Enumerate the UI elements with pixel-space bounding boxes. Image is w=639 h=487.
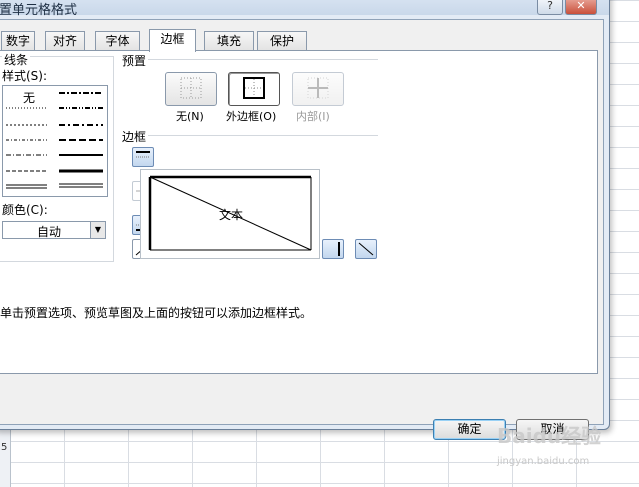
chevron-down-icon[interactable]: ▼ [90, 222, 105, 238]
preset-inside-label: 内部(I) [296, 110, 330, 123]
help-icon[interactable]: ? [537, 0, 563, 15]
line-section-title: 线条 [2, 51, 31, 68]
color-dropdown[interactable]: 自动 ▼ [2, 221, 106, 239]
tab-font[interactable]: 字体 [95, 31, 140, 51]
preset-none-button[interactable] [165, 72, 217, 106]
preset-none-label: 无(N) [176, 110, 204, 123]
outline-border-icon [243, 77, 265, 99]
tab-fill[interactable]: 填充 [204, 31, 254, 51]
preset-outline-button[interactable] [228, 72, 280, 106]
dialog-title: 置单元格格式 [0, 3, 78, 18]
border-top-button[interactable] [132, 147, 154, 167]
format-cells-dialog: 置单元格格式 ? ✕ 数字 对齐 字体 边框 填充 保护 线条 样式(S): 无 [0, 0, 610, 440]
no-border-icon [180, 77, 202, 99]
close-icon[interactable]: ✕ [565, 0, 597, 15]
row-header[interactable]: 5 [0, 430, 11, 487]
tab-protection[interactable]: 保护 [257, 31, 307, 51]
presets-divider [148, 59, 378, 60]
border-tab-panel: 线条 样式(S): 无 颜色(C): 自动 ▼ 预置 无(N) 外边框(O) 内… [0, 50, 598, 374]
hint-text: 单击预置选项、预览草图及上面的按钮可以添加边框样式。 [0, 306, 313, 320]
dialog-client: 数字 对齐 字体 边框 填充 保护 线条 样式(S): 无 颜色(C): 自动 … [0, 19, 604, 440]
diagonal-down-border-icon [358, 242, 374, 256]
line-style-list[interactable]: 无 [2, 85, 108, 197]
line-style-samples[interactable] [3, 86, 107, 196]
border-divider [148, 135, 378, 136]
preset-inside-button[interactable] [292, 72, 344, 106]
color-label: 颜色(C): [2, 203, 48, 217]
watermark: Baidu经验 jingyan.baidu.com [497, 420, 637, 484]
title-bar[interactable]: 置单元格格式 ? ✕ [0, 0, 609, 18]
tab-border[interactable]: 边框 [149, 29, 196, 52]
preset-outline-label: 外边框(O) [226, 110, 277, 123]
style-label: 样式(S): [2, 69, 48, 83]
tab-number[interactable]: 数字 [1, 31, 35, 51]
color-value: 自动 [37, 225, 62, 239]
ok-button[interactable]: 确定 [433, 419, 506, 440]
row-number: 5 [1, 442, 8, 453]
preview-text: 文本 [219, 208, 244, 222]
inside-border-icon [307, 77, 329, 99]
border-right-button[interactable] [322, 239, 344, 259]
border-diagonal-down-button[interactable] [355, 239, 377, 259]
tab-alignment[interactable]: 对齐 [45, 31, 85, 51]
watermark-url: jingyan.baidu.com [497, 456, 590, 467]
border-preview[interactable]: 文本 [140, 169, 320, 259]
watermark-logo: Baidu经验 [497, 424, 602, 448]
top-border-icon [136, 151, 150, 158]
border-section-title: 边框 [122, 130, 147, 144]
presets-section-title: 预置 [122, 54, 147, 68]
right-border-icon [338, 242, 340, 256]
